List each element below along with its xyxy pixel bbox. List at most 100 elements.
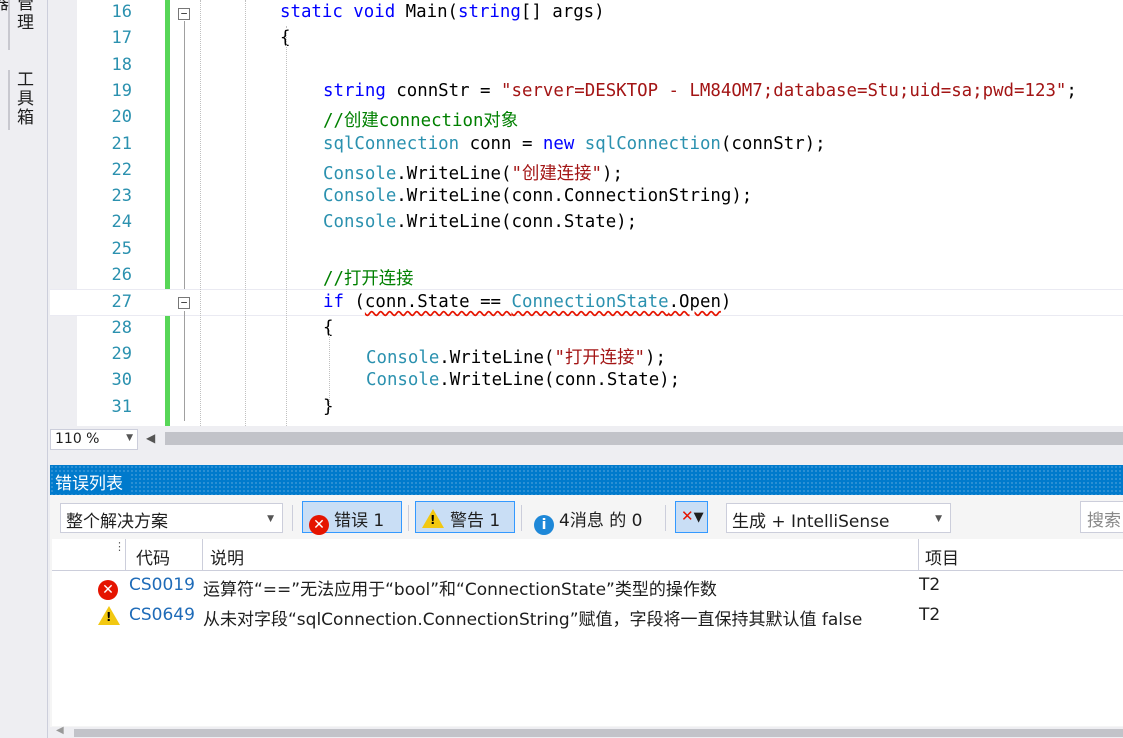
chevron-down-icon: ▼ bbox=[126, 433, 133, 443]
code-line[interactable]: 19 string connStr = "server=DESKTOP - LM8… bbox=[50, 79, 1123, 105]
messages-filter-button[interactable]: i 4消息 的 0 bbox=[527, 501, 657, 535]
code-text: Console.WriteLine(conn.State); bbox=[323, 212, 638, 233]
code-text: Console.WriteLine(conn.State); bbox=[366, 370, 681, 391]
error-list-scrollbar[interactable]: ◀ bbox=[50, 725, 1123, 738]
line-number: 30 bbox=[111, 370, 132, 391]
line-number: 20 bbox=[111, 107, 132, 128]
code-line[interactable]: 20 //创建connection对象 bbox=[50, 105, 1123, 131]
messages-filter-label: 4消息 的 0 bbox=[559, 511, 643, 531]
code-line[interactable]: 27 if (conn.State == ConnectionState.Open… bbox=[50, 289, 1123, 316]
toolbar-divider bbox=[665, 505, 666, 531]
table-row[interactable]: ✕ CS0019 运算符“==”无法应用于“bool”和“ConnectionS… bbox=[52, 571, 1123, 601]
search-input[interactable]: 搜索 bbox=[1080, 501, 1123, 533]
code-line[interactable]: 31} bbox=[50, 395, 1123, 421]
indent-guide bbox=[329, 330, 330, 410]
column-divider bbox=[202, 539, 203, 571]
indent-guide bbox=[286, 26, 287, 426]
code-line[interactable]: 23 Console.WriteLine(conn.ConnectionStrin… bbox=[50, 184, 1123, 210]
line-number: 31 bbox=[111, 396, 132, 417]
horizontal-scrollbar[interactable] bbox=[165, 432, 1123, 445]
warning-icon: ! bbox=[98, 606, 120, 628]
toolbar-divider bbox=[408, 505, 409, 531]
line-number: 28 bbox=[111, 317, 132, 338]
build-source-value: 生成 + IntelliSense bbox=[732, 512, 890, 532]
line-number: 23 bbox=[111, 186, 132, 207]
error-project: T2 bbox=[919, 575, 941, 595]
side-tab-toolbox[interactable]: 工具箱 bbox=[8, 70, 36, 130]
warning-description: 从未对字段“sqlConnection.ConnectionString”赋值，… bbox=[203, 610, 863, 630]
column-divider bbox=[918, 539, 919, 571]
errors-filter-label: 错误 1 bbox=[334, 511, 385, 531]
warning-icon: ! bbox=[422, 509, 444, 528]
side-tab-solution-explorer[interactable]: 管理器 bbox=[0, 0, 36, 50]
error-list-panel: 错误列表 整个解决方案 ▼ ✕错误 1 !警告 1 i4消息 的 0 ✕▼ bbox=[50, 465, 1123, 738]
errors-filter-button[interactable]: ✕ 错误 1 bbox=[302, 501, 402, 535]
chevron-down-icon: ▼ bbox=[935, 514, 942, 524]
error-code-link[interactable]: CS0019 bbox=[129, 575, 195, 595]
code-line[interactable]: 30 Console.WriteLine(conn.State); bbox=[50, 368, 1123, 394]
warning-project: T2 bbox=[919, 605, 941, 625]
code-line[interactable]: 21 sqlConnection conn = new sqlConnection… bbox=[50, 132, 1123, 158]
line-number: 27 bbox=[111, 292, 132, 313]
scroll-left-icon[interactable]: ◀ bbox=[146, 431, 155, 445]
code-editor[interactable]: 16 static void Main(string[] args) 17{18 19… bbox=[50, 0, 1123, 426]
filter-toggle-button[interactable]: ✕▼ bbox=[675, 501, 708, 533]
code-line[interactable]: 17{ bbox=[50, 26, 1123, 52]
line-number: 24 bbox=[111, 212, 132, 233]
editor-bottom-bar: 110 % ▼ ◀ bbox=[50, 426, 1123, 453]
line-number: 18 bbox=[111, 54, 132, 75]
code-line[interactable]: 28{ bbox=[50, 316, 1123, 342]
side-tab-strip: 管理器 工具箱 bbox=[0, 0, 48, 738]
build-source-select[interactable]: 生成 + IntelliSense ▼ bbox=[726, 503, 951, 533]
fold-toggle-icon[interactable]: − bbox=[178, 8, 190, 20]
warnings-filter-label: 警告 1 bbox=[450, 511, 501, 531]
column-header-description[interactable]: 说明 bbox=[210, 544, 244, 569]
column-header-project[interactable]: 项目 bbox=[925, 544, 959, 569]
scope-select[interactable]: 整个解决方案 ▼ bbox=[60, 503, 283, 533]
code-text: string connStr = "server=DESKTOP - LM84O… bbox=[323, 80, 1077, 101]
code-line[interactable]: 18 bbox=[50, 53, 1123, 79]
warnings-filter-button[interactable]: ! 警告 1 bbox=[415, 501, 515, 533]
toolbar-divider bbox=[292, 505, 293, 531]
fold-line bbox=[184, 310, 185, 421]
error-table-header: ⋮ 代码 说明 项目 bbox=[52, 539, 1123, 571]
sort-icon[interactable]: ⋮ bbox=[114, 540, 125, 553]
fold-toggle-icon[interactable]: − bbox=[178, 297, 190, 310]
search-placeholder: 搜索 bbox=[1087, 511, 1121, 531]
code-text: //打开连接 bbox=[323, 269, 414, 289]
column-divider bbox=[125, 539, 126, 571]
scroll-left-icon[interactable]: ◀ bbox=[56, 725, 64, 736]
line-number: 22 bbox=[111, 159, 132, 180]
line-number: 17 bbox=[111, 28, 132, 49]
column-header-code[interactable]: 代码 bbox=[136, 544, 170, 569]
code-line[interactable]: 24 Console.WriteLine(conn.State); bbox=[50, 210, 1123, 236]
code-text: Console.WriteLine(conn.ConnectionString)… bbox=[323, 186, 753, 207]
error-list-toolbar: 整个解决方案 ▼ ✕ 错误 1 ! 警告 1 i 4消息 的 0 ✕▼ 生成 + In… bbox=[50, 501, 1123, 535]
code-text: if (conn.State == ConnectionState.Open) bbox=[323, 292, 732, 313]
code-text: Console.WriteLine("打开连接"); bbox=[366, 347, 666, 368]
line-number: 16 bbox=[111, 2, 132, 22]
filter-icon: ✕ bbox=[681, 507, 694, 525]
code-line[interactable]: 26 //打开连接 bbox=[50, 263, 1123, 289]
indent-guide bbox=[245, 0, 246, 426]
line-number: 26 bbox=[111, 265, 132, 285]
indent-guide bbox=[200, 0, 201, 426]
scrollbar-track[interactable] bbox=[74, 729, 1123, 737]
info-icon: i bbox=[534, 515, 554, 535]
error-icon: ✕ bbox=[309, 515, 329, 535]
scope-value: 整个解决方案 bbox=[66, 512, 168, 532]
zoom-select[interactable]: 110 % ▼ bbox=[50, 429, 138, 450]
code-line[interactable]: 25 bbox=[50, 237, 1123, 263]
code-text: sqlConnection conn = new sqlConnection(c… bbox=[323, 133, 826, 154]
code-line[interactable]: 22 Console.WriteLine("创建连接"); bbox=[50, 158, 1123, 184]
code-line[interactable]: 29 Console.WriteLine("打开连接"); bbox=[50, 342, 1123, 368]
error-icon: ✕ bbox=[98, 576, 118, 600]
zoom-value: 110 % bbox=[55, 431, 100, 447]
panel-title-bar[interactable]: 错误列表 bbox=[50, 465, 1123, 495]
code-text: Console.WriteLine("创建连接"); bbox=[323, 163, 623, 184]
code-line[interactable]: 16 static void Main(string[] args) bbox=[50, 0, 1123, 26]
warning-code-link[interactable]: CS0649 bbox=[129, 605, 195, 625]
table-row[interactable]: ! CS0649 从未对字段“sqlConnection.ConnectionS… bbox=[52, 601, 1123, 631]
chevron-down-icon: ▼ bbox=[267, 514, 274, 524]
error-description: 运算符“==”无法应用于“bool”和“ConnectionState”类型的操… bbox=[203, 580, 717, 600]
